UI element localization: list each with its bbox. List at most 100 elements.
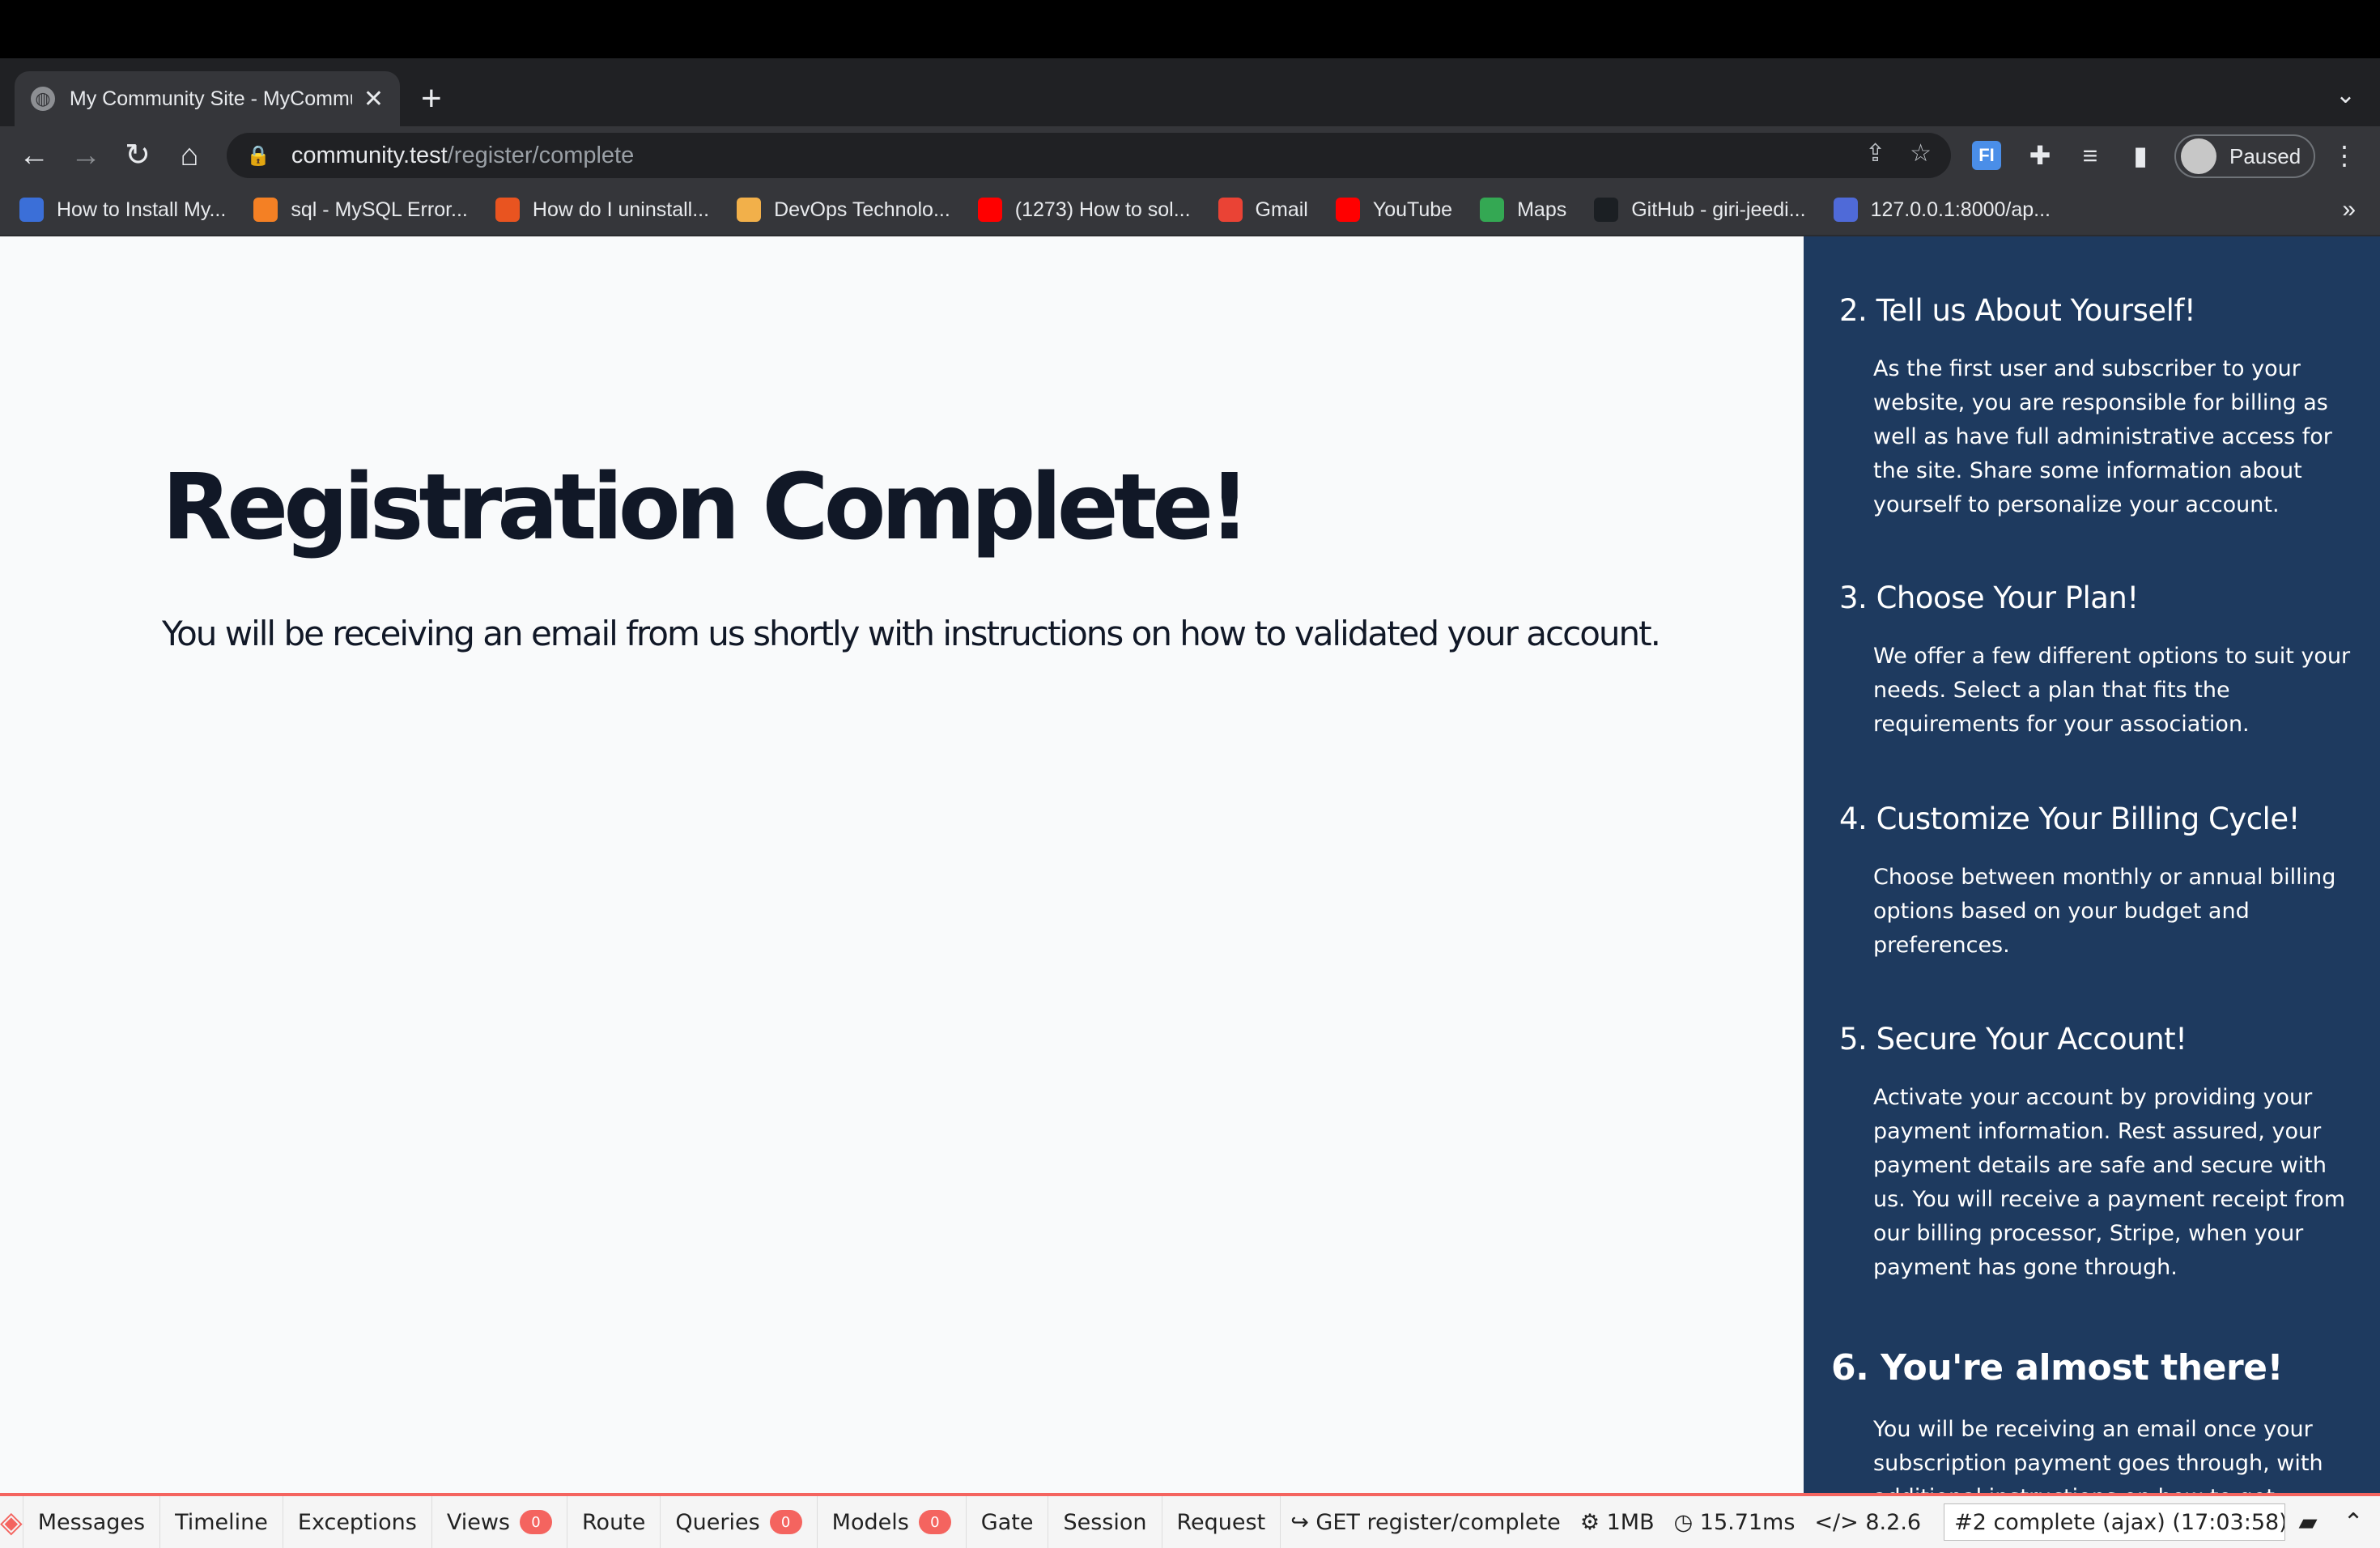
bookmark-label: (1273) How to sol... [1014, 198, 1191, 221]
count-badge: 0 [520, 1510, 552, 1534]
close-tab-icon[interactable]: ✕ [363, 85, 384, 113]
bookmark-label: DevOps Technolo... [774, 198, 950, 221]
debug-tabs: Messages Timeline Exceptions Views 0 Route Que… [23, 1496, 1281, 1548]
debug-tab-gate[interactable]: Gate [967, 1496, 1049, 1548]
bookmark-favicon-icon [1480, 198, 1505, 222]
bookmark-favicon-icon [19, 198, 44, 222]
profile-status: Paused [2229, 143, 2301, 168]
debug-tab-label: Models [831, 1509, 909, 1535]
step-title: 3. Choose Your Plan! [1839, 580, 2139, 615]
new-tab-icon[interactable]: + [421, 78, 442, 120]
bookmark-favicon-icon [1833, 198, 1858, 222]
route-text: GET register/complete [1315, 1509, 1561, 1535]
browser-tab[interactable]: ◍ My Community Site - MyCommunity ✕ [15, 71, 400, 126]
page-title: Registration Complete! [162, 455, 1250, 560]
request-select-value: #2 complete (ajax) (17:03:58) [1954, 1509, 2286, 1535]
debug-tab-label: Queries [675, 1509, 760, 1535]
debug-tab-label: Exceptions [297, 1509, 417, 1535]
count-badge: 0 [918, 1510, 951, 1534]
main-panel: Registration Complete! You will be recei… [0, 236, 1804, 1496]
reading-list-icon[interactable]: ≡ [2071, 136, 2110, 175]
bookmarks-bar: How to Install My... sql - MySQL Error...… [0, 185, 2380, 236]
share-icon[interactable]: ⇪ [1865, 139, 1885, 168]
laravel-logo-icon[interactable]: ◈ [0, 1496, 23, 1548]
debug-tab-label: Request [1176, 1509, 1266, 1535]
memory-text: 1MB [1606, 1509, 1655, 1535]
bookmark-item[interactable]: YouTube [1335, 198, 1452, 222]
lock-icon: 🔒 [246, 144, 270, 167]
bookmark-item[interactable]: DevOps Technolo... [737, 198, 950, 222]
globe-icon: ◍ [31, 87, 55, 111]
avatar [2181, 138, 2216, 174]
bookmark-favicon-icon [1335, 198, 1360, 222]
step-description: Choose between monthly or annual billing… [1873, 865, 2336, 958]
extension-fi-icon[interactable]: FI [1972, 141, 2001, 170]
debug-tab-queries[interactable]: Queries 0 [661, 1496, 818, 1548]
tab-search-icon[interactable]: ⌄ [2335, 81, 2356, 109]
sidebar-step: 6. You're almost there! You will be recei… [1831, 1347, 2357, 1496]
forward-icon[interactable]: → [66, 136, 105, 175]
tab-title: My Community Site - MyCommunity [69, 87, 352, 110]
sidebar-step: 3. Choose Your Plan! We offer a few diffe… [1839, 580, 2357, 742]
debug-tab-label: Route [582, 1509, 646, 1535]
bookmark-label: How to Install My... [57, 198, 227, 221]
close-debugbar-icon[interactable]: ✖ [2376, 1508, 2380, 1537]
debug-tab-exceptions[interactable]: Exceptions [283, 1496, 432, 1548]
url-path: /register/complete [447, 142, 635, 168]
bookmark-label: 127.0.0.1:8000/ap... [1870, 198, 2051, 221]
tab-strip: ◍ My Community Site - MyCommunity ✕ + ⌄ [0, 58, 2380, 126]
step-title: 6. You're almost there! [1831, 1347, 2284, 1389]
back-icon[interactable]: ← [15, 136, 53, 175]
debug-tab-messages[interactable]: Messages [23, 1496, 161, 1548]
bookmark-favicon-icon [495, 198, 520, 222]
step-description: We offer a few different options to suit… [1873, 644, 2351, 737]
home-icon[interactable]: ⌂ [170, 136, 209, 175]
bookmark-item[interactable]: Maps [1480, 198, 1566, 222]
more-bookmarks-icon[interactable]: » [2342, 196, 2356, 223]
side-panel-icon[interactable]: ▮ [2121, 136, 2160, 175]
debug-tab-request[interactable]: Request [1162, 1496, 1281, 1548]
bookmark-item[interactable]: How do I uninstall... [495, 198, 709, 222]
browser-menu-icon[interactable]: ⋮ [2325, 136, 2364, 175]
debug-tab-label: Session [1063, 1509, 1147, 1535]
php-version-text: 8.2.6 [1865, 1509, 1922, 1535]
step-description: You will be receiving an email once your… [1873, 1417, 2323, 1496]
folder-open-icon[interactable]: ▰ [2285, 1508, 2331, 1537]
debug-tab-views[interactable]: Views 0 [432, 1496, 567, 1548]
bookmark-item[interactable]: sql - MySQL Error... [253, 198, 468, 222]
step-description: As the first user and subscriber to your… [1873, 356, 2332, 517]
php-version-info: </> 8.2.6 [1814, 1509, 1922, 1535]
bookmark-label: GitHub - giri-jeedi... [1631, 198, 1806, 221]
profile-button[interactable]: Paused [2174, 134, 2315, 178]
debug-tab-models[interactable]: Models 0 [818, 1496, 967, 1548]
count-badge: 0 [769, 1510, 802, 1534]
step-title: 4. Customize Your Billing Cycle! [1839, 802, 2300, 836]
debug-tab-route[interactable]: Route [567, 1496, 661, 1548]
debug-tab-session[interactable]: Session [1048, 1496, 1162, 1548]
request-select[interactable]: #2 complete (ajax) (17:03:58) [1944, 1503, 2286, 1541]
bookmark-item[interactable]: (1273) How to sol... [977, 198, 1191, 222]
debug-tab-label: Gate [980, 1509, 1034, 1535]
bookmark-item[interactable]: 127.0.0.1:8000/ap... [1833, 198, 2051, 222]
bookmark-item[interactable]: How to Install My... [19, 198, 226, 222]
bookmark-favicon-icon [253, 198, 278, 222]
debug-tab-label: Timeline [175, 1509, 268, 1535]
bookmark-item[interactable]: GitHub - giri-jeedi... [1594, 198, 1806, 222]
time-text: 15.71ms [1699, 1509, 1796, 1535]
chevron-up-icon[interactable]: ⌃ [2331, 1508, 2376, 1537]
confirmation-message: You will be receiving an email from us s… [162, 614, 1661, 653]
debug-tab-timeline[interactable]: Timeline [160, 1496, 283, 1548]
browser-toolbar: ← → ↻ ⌂ 🔒 community.test/register/comple… [0, 126, 2380, 185]
debug-info: ↪ GET register/complete ⚙ 1MB ◷ 15.71ms … [1281, 1496, 2380, 1548]
bookmark-star-icon[interactable]: ☆ [1910, 139, 1932, 168]
debug-tab-label: Messages [37, 1509, 146, 1535]
extensions-puzzle-icon[interactable]: ✚ [2021, 136, 2059, 175]
step-title: 5. Secure Your Account! [1839, 1022, 2187, 1057]
debug-bar: ◈ Messages Timeline Exceptions Views 0 Route Q… [0, 1493, 2380, 1548]
address-bar[interactable]: 🔒 community.test/register/complete ⇪ ☆ [227, 133, 1951, 178]
bookmark-label: Gmail [1255, 198, 1308, 221]
reload-icon[interactable]: ↻ [118, 136, 157, 175]
memory-info: ⚙ 1MB [1579, 1509, 1655, 1535]
sidebar-step: 5. Secure Your Account! Activate your acc… [1839, 1022, 2357, 1285]
bookmark-item[interactable]: Gmail [1218, 198, 1308, 222]
